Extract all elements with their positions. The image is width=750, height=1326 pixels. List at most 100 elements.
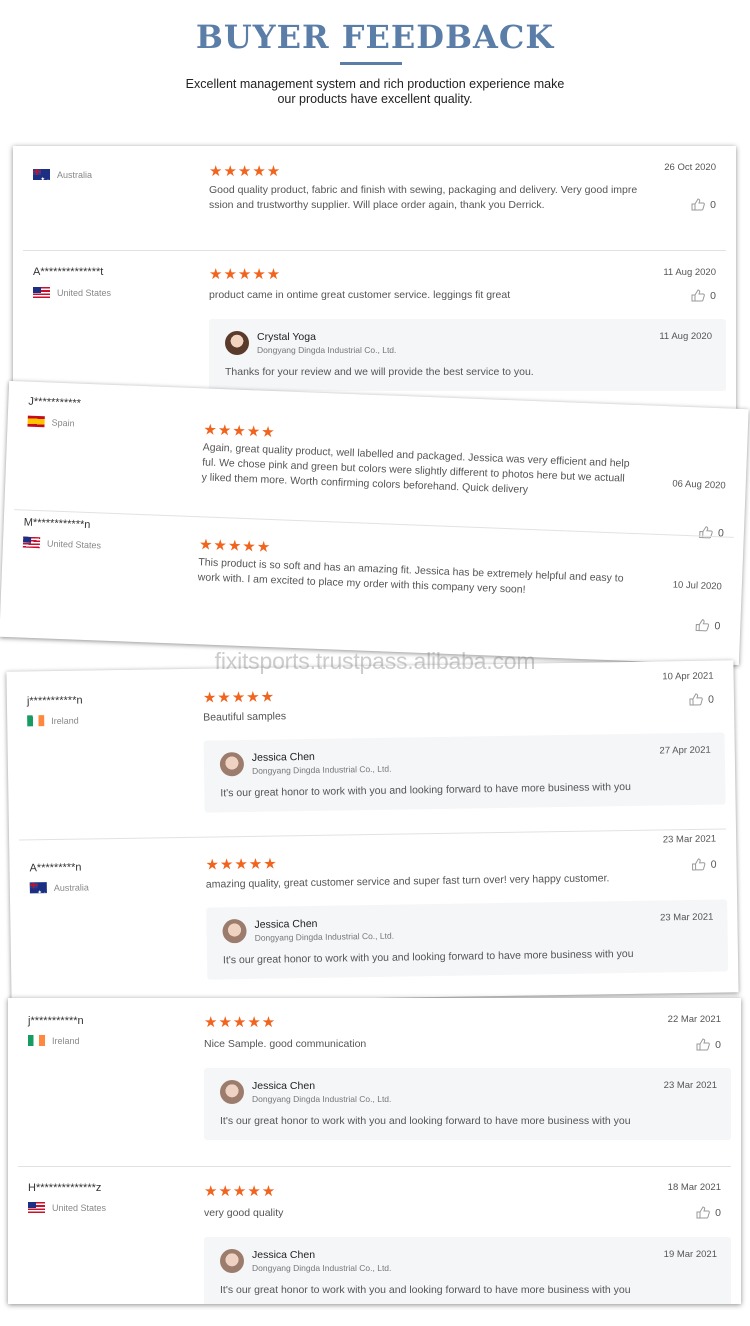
thumbs-up-icon bbox=[691, 198, 705, 211]
seller-company: Dongyang Dingda Industrial Co., Ltd. bbox=[251, 763, 392, 776]
review-card: Australia ★★★★★ Good quality product, fa… bbox=[13, 146, 736, 414]
us-flag-icon bbox=[22, 536, 41, 549]
thumbs-up-icon bbox=[691, 289, 705, 302]
seller-reply: Jessica Chen Dongyang Dingda Industrial … bbox=[203, 732, 726, 813]
thumbs-up-icon bbox=[689, 693, 703, 706]
seller-reply: Jessica Chen Dongyang Dingda Industrial … bbox=[206, 899, 729, 980]
star-rating: ★★★★★ bbox=[203, 421, 276, 442]
australia-flag-icon bbox=[29, 882, 47, 894]
country-label: Australia bbox=[57, 169, 93, 180]
reviewer-name: H**************z bbox=[28, 1182, 102, 1194]
review-item: A*********n Australia ★★★★★ amazing qual… bbox=[9, 829, 738, 1003]
reply-text: It's our great honor to work with you an… bbox=[222, 947, 634, 967]
like-button[interactable]: 0 bbox=[689, 693, 714, 706]
seller-name: Jessica Chen bbox=[252, 1249, 316, 1261]
seller-name: Crystal Yoga bbox=[257, 331, 316, 343]
seller-company: Dongyang Dingda Industrial Co., Ltd. bbox=[252, 1263, 392, 1273]
reviewer-country: Spain bbox=[27, 415, 75, 429]
reply-text: It's our great honor to work with you an… bbox=[220, 1115, 631, 1127]
page-subtitle: Excellent management system and rich pro… bbox=[0, 77, 750, 107]
ireland-flag-icon bbox=[27, 715, 45, 727]
review-date: 06 Aug 2020 bbox=[672, 478, 726, 492]
country-label: United States bbox=[52, 1202, 107, 1213]
review-item: Australia ★★★★★ Good quality product, fa… bbox=[13, 146, 736, 250]
reviewer-country: United States bbox=[28, 1202, 106, 1213]
like-button[interactable]: 0 bbox=[696, 1206, 721, 1219]
review-text: product came in ontime great customer se… bbox=[209, 289, 511, 301]
review-text: This product is so soft and has an amazi… bbox=[197, 555, 643, 602]
reviewer-name: j***********n bbox=[28, 1015, 84, 1027]
us-flag-icon bbox=[33, 287, 50, 298]
reply-text: It's our great honor to work with you an… bbox=[220, 1284, 631, 1296]
review-card: j***********n Ireland ★★★★★ Beautiful sa… bbox=[6, 660, 739, 1004]
star-rating: ★★★★★ bbox=[209, 266, 282, 283]
reviewer-country: United States bbox=[22, 536, 102, 551]
reviewer-name: j***********n bbox=[26, 694, 83, 708]
seller-avatar bbox=[220, 1249, 244, 1273]
country-label: Ireland bbox=[51, 715, 79, 726]
review-card: J*********** Spain ★★★★★ Again, great qu… bbox=[0, 380, 749, 666]
country-label: United States bbox=[46, 537, 102, 551]
reply-date: 23 Mar 2021 bbox=[663, 1080, 717, 1091]
reviewer-country: Ireland bbox=[27, 715, 79, 727]
reply-date: 27 Apr 2021 bbox=[659, 744, 711, 757]
review-date: 10 Jul 2020 bbox=[672, 579, 723, 593]
like-count: 0 bbox=[714, 619, 721, 632]
like-button[interactable]: 0 bbox=[696, 1038, 721, 1051]
seller-name: Jessica Chen bbox=[252, 1080, 316, 1092]
seller-name: Jessica Chen bbox=[254, 917, 318, 931]
reviewer-name: J*********** bbox=[28, 395, 82, 410]
like-button[interactable]: 0 bbox=[695, 618, 721, 632]
seller-name: Jessica Chen bbox=[251, 750, 315, 764]
star-rating: ★★★★★ bbox=[202, 688, 276, 707]
star-rating: ★★★★★ bbox=[209, 163, 282, 180]
watermark: fixitsports.trustpass.alibaba.com bbox=[214, 648, 536, 674]
seller-reply: Jessica Chen Dongyang Dingda Industrial … bbox=[204, 1237, 731, 1304]
seller-avatar bbox=[220, 1080, 244, 1104]
like-button[interactable]: 0 bbox=[691, 289, 716, 302]
seller-reply: Jessica Chen Dongyang Dingda Industrial … bbox=[204, 1068, 731, 1140]
review-text: Again, great quality product, well label… bbox=[201, 440, 647, 502]
review-text: Nice Sample. good communication bbox=[204, 1038, 367, 1050]
review-text: Beautiful samples bbox=[203, 710, 287, 724]
review-date: 11 Aug 2020 bbox=[663, 267, 716, 278]
country-label: Ireland bbox=[52, 1035, 80, 1046]
thumbs-up-icon bbox=[692, 858, 706, 871]
reviewer-country: Australia bbox=[33, 169, 92, 180]
review-date: 22 Mar 2021 bbox=[667, 1014, 721, 1025]
seller-company: Dongyang Dingda Industrial Co., Ltd. bbox=[252, 1094, 392, 1104]
seller-avatar bbox=[222, 918, 247, 944]
reviewer-country: Australia bbox=[29, 881, 89, 894]
reviewer-name: M************n bbox=[23, 516, 91, 532]
review-item: j***********n Ireland ★★★★★ Beautiful sa… bbox=[6, 660, 736, 839]
spain-flag-icon bbox=[27, 415, 45, 428]
reviewer-name: A**************t bbox=[33, 266, 104, 278]
country-label: Spain bbox=[51, 417, 75, 428]
review-text: Good quality product, fabric and finish … bbox=[209, 183, 649, 213]
country-label: Australia bbox=[53, 881, 89, 893]
like-button[interactable]: 0 bbox=[692, 858, 717, 871]
review-card: j***********n Ireland ★★★★★ Nice Sample.… bbox=[8, 998, 741, 1304]
seller-company: Dongyang Dingda Industrial Co., Ltd. bbox=[257, 345, 397, 355]
review-date: 23 Mar 2021 bbox=[662, 833, 717, 846]
review-text-line: ssion and trustworthy supplier. Will pla… bbox=[209, 199, 545, 211]
like-count: 0 bbox=[710, 858, 717, 871]
like-count: 0 bbox=[708, 693, 715, 706]
seller-reply: Crystal Yoga Dongyang Dingda Industrial … bbox=[209, 319, 726, 391]
star-rating: ★★★★★ bbox=[205, 855, 278, 874]
like-count: 0 bbox=[715, 1206, 721, 1219]
thumbs-up-icon bbox=[695, 619, 710, 632]
thumbs-up-icon bbox=[696, 1038, 710, 1051]
reply-text: Thanks for your review and we will provi… bbox=[225, 366, 534, 378]
review-item: M************n United States ★★★★★ This … bbox=[0, 510, 744, 665]
ireland-flag-icon bbox=[28, 1035, 45, 1046]
reply-text: It's our great honor to work with you an… bbox=[220, 780, 631, 800]
like-button[interactable]: 0 bbox=[691, 198, 716, 211]
reply-date: 23 Mar 2021 bbox=[659, 911, 714, 924]
review-text: very good quality bbox=[204, 1207, 284, 1219]
title-underline bbox=[340, 62, 402, 65]
seller-avatar bbox=[225, 331, 249, 355]
star-rating: ★★★★★ bbox=[198, 536, 272, 557]
like-count: 0 bbox=[715, 1038, 721, 1051]
reviewer-name: A*********n bbox=[29, 861, 82, 875]
